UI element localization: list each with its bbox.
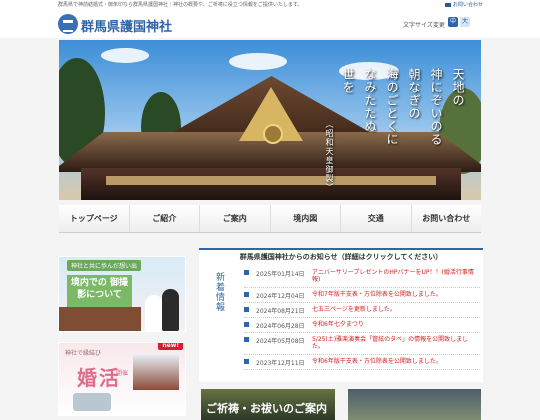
poem-overlay: （昭和天皇御製） 世を なみたたぬ 海のごとくに 朝なぎの 神にぞいのる 天地の — [324, 68, 467, 192]
news-link[interactable]: 令和6年七夕まつり — [312, 321, 477, 328]
news-link[interactable]: 七五三ページを更新しました。 — [312, 306, 477, 313]
shrine-logo-icon — [58, 14, 78, 34]
arrow-icon — [244, 307, 249, 312]
photo-banner[interactable]: 神社と共に歩んだ想い出 境内での 御撮影について — [58, 256, 186, 332]
prayer-guide-text: ご祈祷・お祓いのご案内 — [206, 402, 327, 415]
news-date: 2024年12月04日 — [256, 293, 305, 300]
news-link[interactable]: 令和7年版干支表・方位除表を公開致しました。 — [312, 291, 477, 298]
news-date: 2024年06月28日 — [256, 323, 305, 330]
news-row[interactable]: 2024年08月21日 七五三ページを更新しました。 — [244, 303, 480, 318]
news-section: 群馬県護国神社からのお知らせ（詳細はクリックしてください） 新着情報 2025年… — [199, 248, 483, 382]
font-size-label: 文字サイズ変更 — [403, 22, 445, 29]
news-link[interactable]: 令和6年版干支表・方位除表を公開致しました。 — [312, 358, 477, 365]
poem-line: なみたたぬ — [363, 68, 377, 133]
shrine-photo — [133, 354, 179, 390]
poem-line: 世を — [341, 68, 355, 94]
news-date: 2024年08月21日 — [256, 308, 305, 315]
nav-contact[interactable]: お問い合わせ — [410, 205, 482, 232]
news-link[interactable]: 5/25(土)雅楽演奏会「管絃のタベ」の情報を公開致しました。 — [312, 336, 477, 350]
mail-icon — [445, 2, 451, 7]
font-medium-button[interactable]: 中 — [448, 17, 458, 27]
banner-heading: 婚活 — [77, 366, 121, 390]
shrine-crest-icon — [263, 124, 283, 144]
contact-label: お問い合わせ — [453, 2, 484, 8]
news-row[interactable]: 2024年05月08日 5/25(土)雅楽演奏会「管絃のタベ」の情報を公開致しまし… — [244, 333, 480, 355]
hero-image: （昭和天皇御製） 世を なみたたぬ 海のごとくに 朝なぎの 神にぞいのる 天地の — [59, 40, 481, 200]
news-row[interactable]: 2024年06月28日 令和6年七夕まつり — [244, 318, 480, 333]
news-link[interactable]: アニバーサリープレゼントのHPバナーをUP！！(婚活行事情報) — [312, 269, 477, 283]
top-message: 群馬県で神前結婚式・御朱印なら群馬県護国神社｜神社の概要や、ご祈祷に役立つ情報を… — [58, 2, 303, 8]
font-large-button[interactable]: 大 — [460, 17, 470, 27]
shrine-image — [59, 307, 141, 331]
news-date: 2023年12月11日 — [256, 360, 305, 367]
groom-image — [162, 289, 179, 331]
poem-line: 海のごとくに — [385, 68, 399, 146]
banner-text: 境内での 御撮影について — [67, 275, 132, 309]
wedding-photo-banner[interactable] — [348, 389, 481, 420]
arrow-icon — [244, 270, 249, 275]
news-list: 2025年01月14日 アニバーサリープレゼントのHPバナーをUP！！(婚活行事情… — [244, 266, 480, 370]
new-badge: new! — [158, 343, 183, 350]
nav-guide[interactable]: ご案内 — [199, 205, 270, 232]
prayer-guide-banner[interactable]: ご祈祷・お祓いのご案内 — [201, 389, 335, 420]
nav-map[interactable]: 境内図 — [269, 205, 341, 232]
news-side-label: 新着情報 — [214, 272, 224, 312]
nav-top[interactable]: トップページ — [59, 205, 129, 232]
site-title[interactable]: 群馬県護国神社 — [81, 16, 172, 35]
arrow-icon — [244, 292, 249, 297]
poem-line: 天地の — [451, 68, 465, 107]
news-row[interactable]: 2023年12月11日 令和6年版干支表・方位除表を公開致しました。 — [244, 355, 480, 370]
banner-line: 神社で縁結び — [65, 350, 102, 357]
main-nav: トップページ ご紹介 ご案内 境内図 交通 お問い合わせ — [59, 205, 481, 233]
contact-link[interactable]: お問い合わせ — [445, 1, 483, 8]
nav-about[interactable]: ご紹介 — [128, 205, 200, 232]
banner-title: 神社と共に歩んだ想い出 — [67, 260, 142, 271]
arrow-icon — [244, 322, 249, 327]
poem-line: 朝なぎの — [407, 68, 421, 120]
bride-image — [145, 295, 163, 331]
news-title[interactable]: 群馬県護国神社からのお知らせ（詳細はクリックしてください） — [199, 252, 483, 262]
news-date: 2025年01月14日 — [256, 271, 305, 278]
people-image — [73, 393, 111, 411]
poem-attribution: （昭和天皇御製） — [325, 120, 334, 192]
arrow-icon — [244, 337, 249, 342]
news-date: 2024年05月08日 — [256, 338, 305, 345]
arrow-icon — [244, 359, 249, 364]
banner-sub: 開催 — [116, 370, 129, 377]
nav-access[interactable]: 交通 — [340, 205, 411, 232]
news-row[interactable]: 2025年01月14日 アニバーサリープレゼントのHPバナーをUP！！(婚活行事情… — [244, 266, 480, 288]
poem-line: 神にぞいのる — [429, 68, 443, 146]
konkatsu-banner[interactable]: new! 神社で縁結び 婚活 開催 — [58, 342, 186, 416]
news-row[interactable]: 2024年12月04日 令和7年版干支表・方位除表を公開致しました。 — [244, 288, 480, 303]
